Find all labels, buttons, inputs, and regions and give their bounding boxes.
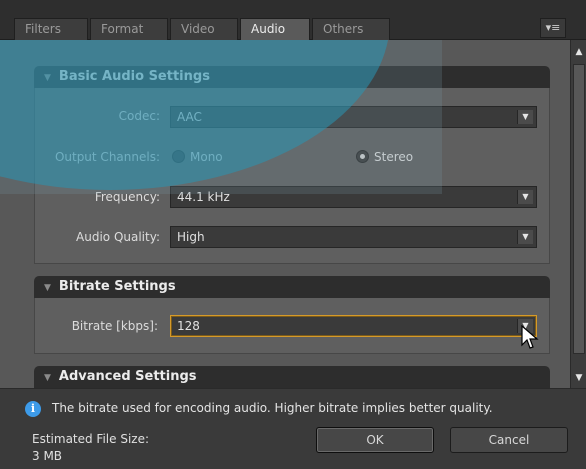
bitrate-dropdown[interactable]: 128 ▼	[170, 315, 537, 337]
scroll-down-icon[interactable]: ▼	[573, 372, 585, 384]
frequency-label: Frequency:	[94, 190, 160, 204]
stereo-label[interactable]: Stereo	[374, 150, 413, 164]
audio-quality-label: Audio Quality:	[76, 230, 160, 244]
bitrate-value: 128	[177, 319, 200, 333]
tab-format[interactable]: Format	[90, 18, 168, 40]
mono-label[interactable]: Mono	[190, 150, 223, 164]
cancel-button[interactable]: Cancel	[450, 427, 568, 453]
codec-label: Codec:	[118, 109, 160, 123]
section-title: Basic Audio Settings	[58, 69, 210, 84]
bitrate-settings-header[interactable]: ▼ Bitrate Settings	[34, 276, 550, 298]
scroll-up-icon[interactable]: ▲	[573, 46, 585, 58]
ok-button[interactable]: OK	[316, 427, 434, 453]
scrollbar[interactable]: ▲ ▼	[570, 40, 586, 388]
collapse-triangle-icon: ▼	[44, 283, 51, 293]
dropdown-arrow-icon: ▼	[517, 190, 533, 204]
tab-bar: Filters Format Video Audio Others ▾≡	[0, 0, 586, 41]
audio-quality-dropdown[interactable]: High ▼	[170, 226, 537, 248]
output-channels-label: Output Channels:	[54, 150, 160, 164]
mouse-cursor-icon	[521, 325, 539, 349]
settings-panel: ▼ Basic Audio Settings Codec: AAC ▼ Outpu…	[0, 40, 570, 388]
codec-dropdown[interactable]: AAC ▼	[170, 106, 537, 128]
bitrate-label: Bitrate [kbps]:	[71, 319, 158, 333]
advanced-settings-header[interactable]: ▼ Advanced Settings	[34, 366, 550, 388]
hint-text: The bitrate used for encoding audio. Hig…	[52, 401, 493, 415]
tab-audio[interactable]: Audio	[240, 18, 310, 41]
frequency-value: 44.1 kHz	[177, 190, 230, 204]
stereo-radio[interactable]	[356, 150, 369, 163]
codec-value: AAC	[177, 110, 202, 124]
section-title: Bitrate Settings	[58, 279, 176, 294]
basic-audio-settings-header[interactable]: ▼ Basic Audio Settings	[34, 66, 550, 88]
info-icon: i	[25, 401, 41, 417]
mono-radio[interactable]	[172, 150, 185, 163]
collapse-triangle-icon: ▼	[44, 73, 51, 83]
menu-list-icon[interactable]: ▾≡	[540, 18, 566, 38]
scroll-thumb[interactable]	[573, 64, 585, 354]
tab-filters[interactable]: Filters	[14, 18, 88, 40]
section-title: Advanced Settings	[58, 369, 197, 384]
tab-video[interactable]: Video	[170, 18, 238, 40]
estimated-size-label: Estimated File Size:	[32, 432, 150, 446]
tab-others[interactable]: Others	[312, 18, 390, 40]
collapse-triangle-icon: ▼	[44, 373, 51, 383]
frequency-dropdown[interactable]: 44.1 kHz ▼	[170, 186, 537, 208]
footer: i The bitrate used for encoding audio. H…	[0, 388, 586, 469]
audio-quality-value: High	[177, 230, 205, 244]
estimated-size-value: 3 MB	[32, 449, 63, 463]
dropdown-arrow-icon: ▼	[517, 110, 533, 124]
dropdown-arrow-icon: ▼	[517, 230, 533, 244]
